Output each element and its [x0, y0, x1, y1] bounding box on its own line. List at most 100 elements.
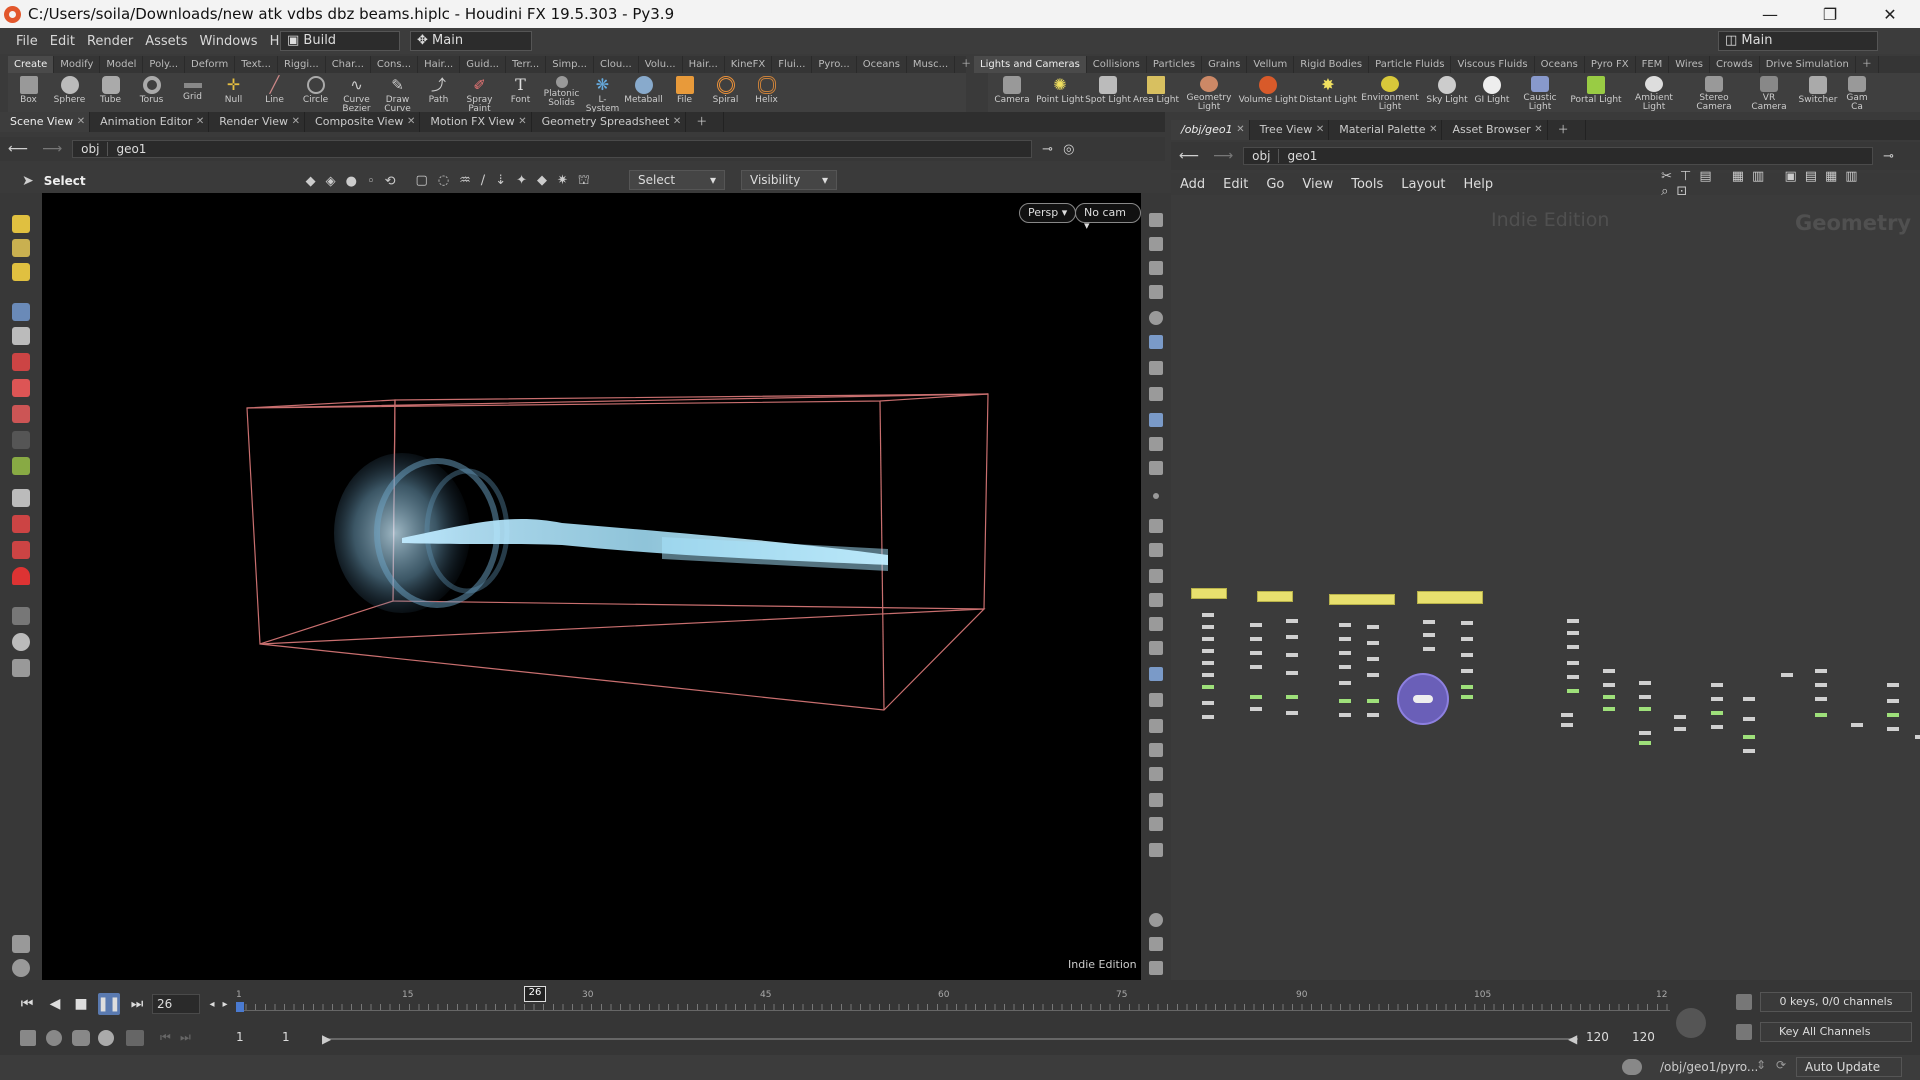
network-node[interactable] [1743, 717, 1755, 721]
audio-icon[interactable] [46, 1030, 62, 1046]
shelf-tab[interactable]: Modify [54, 56, 101, 73]
network-node[interactable] [1639, 741, 1651, 745]
tool-null[interactable]: ✛ Null [213, 73, 254, 112]
light-icon[interactable] [1149, 387, 1163, 401]
network-node[interactable] [1202, 637, 1214, 641]
net-menu-edit[interactable]: Edit [1214, 177, 1257, 192]
shelf-tab[interactable]: Collisions [1087, 56, 1147, 73]
network-node[interactable] [1815, 713, 1827, 717]
network-node[interactable] [1286, 653, 1298, 657]
net-menu-tools[interactable]: Tools [1342, 177, 1392, 192]
close-tab-icon[interactable]: ✕ [1316, 120, 1324, 140]
network-node[interactable] [1815, 683, 1827, 687]
net-menu-view[interactable]: View [1293, 177, 1342, 192]
loop-icon[interactable] [72, 1030, 90, 1046]
light-icon[interactable] [1149, 361, 1163, 375]
global-anim-options-icon[interactable] [20, 1030, 36, 1046]
tool-helix[interactable]: Helix [746, 73, 787, 112]
breadcrumb-obj[interactable]: obj [73, 142, 109, 156]
tab-animation-editor[interactable]: Animation Editor ✕ [90, 112, 210, 132]
display-opt-icon[interactable] [1149, 743, 1163, 757]
play-reverse-icon[interactable]: ◀ [44, 993, 66, 1015]
tool-metaball[interactable]: Metaball [623, 73, 664, 112]
select-tool-icon[interactable] [12, 303, 30, 321]
tool-draw-curve[interactable]: ✎ Draw Curve [377, 73, 418, 114]
network-node[interactable] [1286, 619, 1298, 623]
network-node[interactable] [1202, 625, 1214, 629]
shelf-tab[interactable]: Particle Fluids [1369, 56, 1452, 73]
network-node[interactable] [1423, 647, 1435, 651]
add-tab-icon[interactable]: ＋ [686, 112, 725, 132]
network-node[interactable] [1603, 683, 1615, 687]
prev-key-icon[interactable]: ⏮ [160, 1030, 171, 1045]
network-node[interactable] [1339, 713, 1351, 717]
tab-network-geo1[interactable]: /obj/geo1 ✕ [1171, 120, 1250, 140]
scope-dial-icon[interactable] [1676, 1008, 1706, 1038]
display-opt-icon[interactable] [1149, 213, 1163, 227]
display-opt-icon[interactable] [1149, 617, 1163, 631]
handle-tool-icon[interactable] [12, 215, 30, 233]
tab-tree-view[interactable]: Tree View ✕ [1250, 120, 1330, 140]
network-node[interactable] [1250, 637, 1262, 641]
network-node[interactable] [1567, 645, 1579, 649]
scale-tool-icon[interactable] [12, 405, 30, 423]
shelf-tab[interactable]: Riggi... [278, 56, 326, 73]
network-node[interactable] [1639, 681, 1651, 685]
current-frame-field[interactable]: 26 [152, 994, 200, 1014]
network-node[interactable] [1567, 619, 1579, 623]
pin-icon[interactable]: ⊸ [1032, 142, 1063, 157]
network-node[interactable] [1250, 665, 1262, 669]
shelf-tab[interactable]: Flui... [772, 56, 813, 73]
tool-ambient-light[interactable]: Ambient Light [1624, 73, 1684, 112]
shelf-tab[interactable]: Crowds [1710, 56, 1760, 73]
network-node[interactable] [1674, 715, 1686, 719]
display-opt-icon[interactable] [1149, 817, 1163, 831]
right-path-field[interactable]: obj geo1 [1243, 147, 1874, 165]
network-node[interactable] [1367, 641, 1379, 645]
right-desktop-select[interactable]: ◫ Main [1718, 31, 1878, 51]
stop-icon[interactable]: ■ [70, 993, 92, 1015]
tool-line[interactable]: ╱ Line [254, 73, 295, 112]
snap-prim-icon[interactable] [12, 515, 30, 533]
key-channels-dropdown[interactable]: Key All Channels [1760, 1022, 1912, 1042]
range-end-field-2[interactable]: 120 [1628, 1028, 1668, 1048]
network-node[interactable] [1567, 631, 1579, 635]
tool-environment-light[interactable]: Environment Light [1358, 73, 1422, 112]
quad-view-icon[interactable] [1149, 937, 1163, 951]
jump-end-icon[interactable]: ⏭ [126, 993, 148, 1015]
network-node[interactable] [1639, 707, 1651, 711]
tool-sphere[interactable]: Sphere [49, 73, 90, 112]
network-box[interactable] [1417, 591, 1483, 604]
network-node[interactable] [1603, 669, 1615, 673]
select-arrow-icon[interactable]: ➤ [22, 173, 34, 189]
network-node[interactable] [1339, 651, 1351, 655]
snap-point-icon[interactable] [12, 541, 30, 559]
range-start-field[interactable]: 1 [232, 1028, 280, 1048]
lighting-icon[interactable] [1149, 335, 1163, 349]
network-node[interactable] [1423, 633, 1435, 637]
tab-asset-browser[interactable]: Asset Browser ✕ [1442, 120, 1548, 140]
display-opt-icon[interactable] [1149, 719, 1163, 733]
shelf-tab[interactable]: Volu... [639, 56, 683, 73]
display-opt-icon[interactable] [1149, 793, 1163, 807]
close-tab-icon[interactable]: ✕ [1429, 120, 1437, 140]
network-node[interactable] [1781, 673, 1793, 677]
network-node[interactable] [1202, 661, 1214, 665]
network-node[interactable] [1250, 695, 1262, 699]
shelf-tab[interactable]: Guid... [460, 56, 506, 73]
shelf-tab[interactable]: Clou... [594, 56, 639, 73]
close-tab-icon[interactable]: ✕ [407, 112, 415, 132]
tool-spot-light[interactable]: Spot Light [1084, 73, 1132, 112]
network-node[interactable] [1639, 731, 1651, 735]
network-node[interactable] [1815, 669, 1827, 673]
network-node[interactable] [1851, 723, 1863, 727]
shelf-tab[interactable]: Musc... [907, 56, 956, 73]
breadcrumb-geo1[interactable]: geo1 [108, 142, 154, 156]
tab-material-palette[interactable]: Material Palette ✕ [1329, 120, 1443, 140]
tool-gi-light[interactable]: GI Light [1472, 73, 1512, 112]
snap-grid-icon[interactable] [12, 489, 30, 507]
network-node[interactable] [1711, 697, 1723, 701]
tool-font[interactable]: T Font [500, 73, 541, 112]
network-node[interactable] [1743, 749, 1755, 753]
key-icon[interactable] [1736, 994, 1752, 1010]
